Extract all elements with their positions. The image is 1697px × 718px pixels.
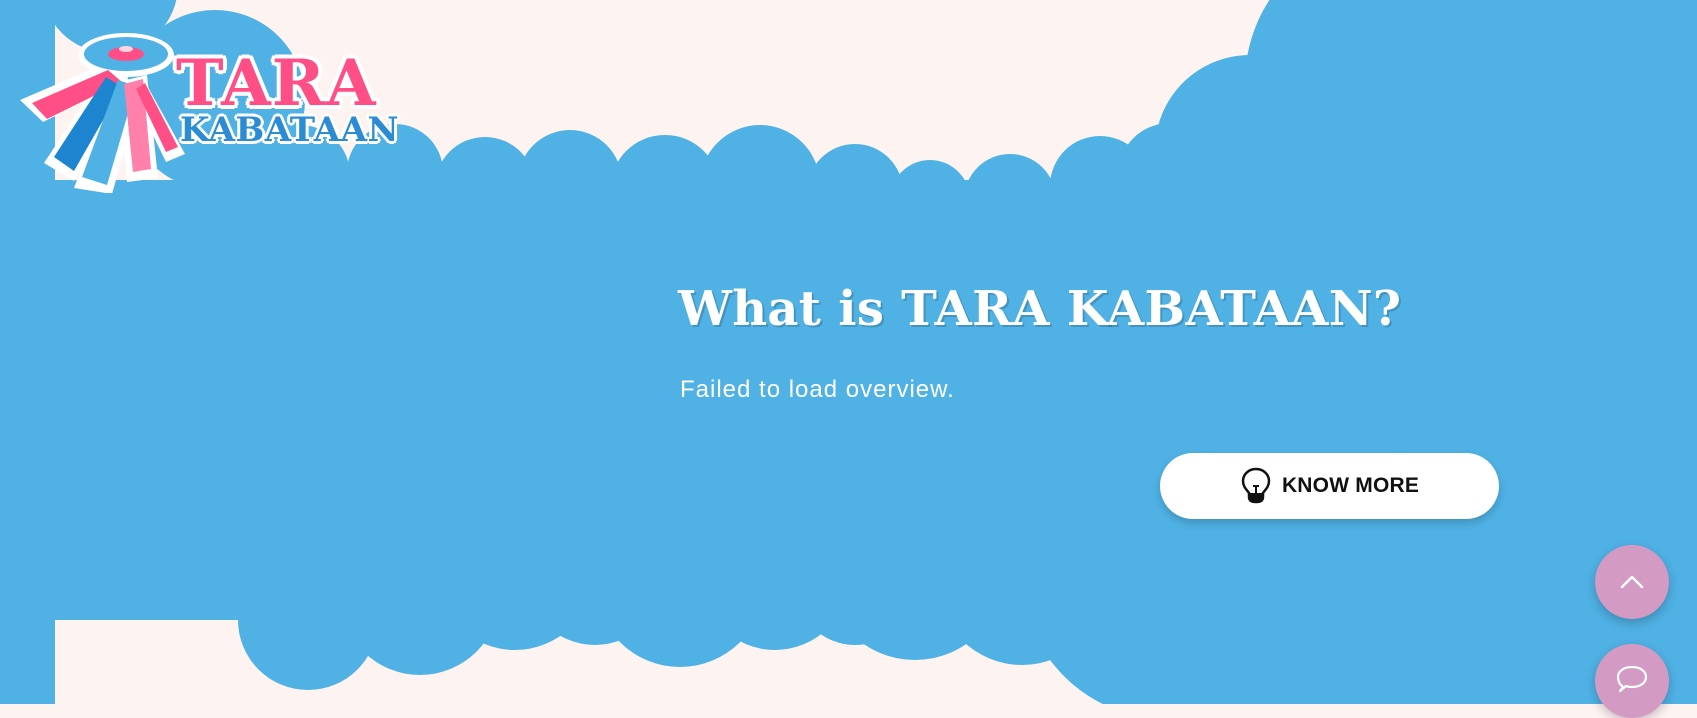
scroll-to-top-button[interactable]	[1595, 545, 1669, 619]
logo-text-tara: TARA	[176, 46, 377, 121]
chevron-up-icon	[1620, 575, 1644, 589]
chat-bubble-icon	[1616, 666, 1648, 693]
logo-text-kabataan: KABATAAN	[180, 110, 400, 150]
section-title: What is TARA KABATAAN?	[678, 281, 1402, 337]
know-more-label: KNOW MORE	[1281, 474, 1420, 497]
lightbulb-icon	[1241, 467, 1271, 504]
chat-button[interactable]	[1595, 644, 1669, 718]
know-more-button[interactable]: KNOW MORE	[1160, 453, 1499, 519]
overview-status-text: Failed to load overview.	[680, 376, 955, 403]
site-logo[interactable]: TARA KABATAAN	[12, 18, 412, 193]
